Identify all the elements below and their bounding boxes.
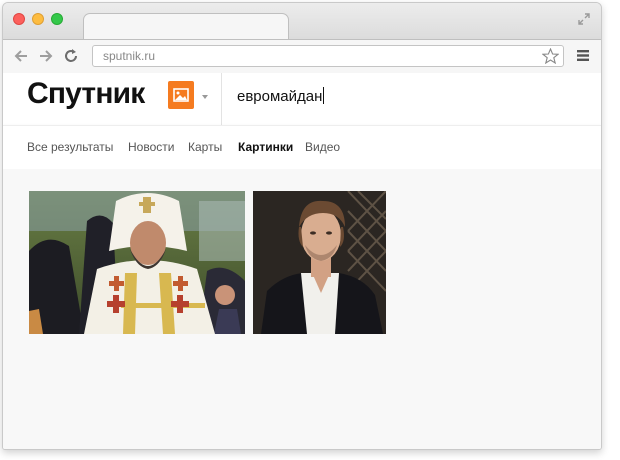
back-icon[interactable] [13, 48, 29, 64]
title-bar [3, 3, 601, 41]
sputnik-logo[interactable]: Спутник [27, 77, 145, 111]
browser-tab[interactable] [83, 13, 289, 41]
chevron-down-icon[interactable] [202, 95, 208, 99]
fullscreen-icon[interactable] [577, 12, 591, 26]
page-header: Спутник евромайдан [3, 73, 601, 125]
reload-icon[interactable] [63, 48, 79, 64]
minimize-window-button[interactable] [32, 13, 44, 25]
forward-icon[interactable] [38, 48, 54, 64]
bookmark-star-icon[interactable] [542, 48, 559, 64]
maximize-window-button[interactable] [51, 13, 63, 25]
tab-all-results[interactable]: Все результаты [27, 140, 113, 154]
search-tabs: Все результаты Новости Карты Картинки Ви… [3, 125, 601, 170]
text-cursor [323, 87, 325, 104]
image-result-clergyman[interactable] [29, 191, 245, 334]
browser-toolbar: sputnik.ru [3, 39, 601, 74]
tab-images[interactable]: Картинки [238, 140, 293, 154]
search-query-text: евромайдан [237, 88, 323, 105]
address-url: sputnik.ru [103, 49, 156, 63]
tab-news[interactable]: Новости [128, 140, 174, 154]
tab-maps[interactable]: Карты [188, 140, 222, 154]
menu-icon[interactable] [577, 50, 589, 61]
image-results [3, 169, 601, 449]
close-window-button[interactable] [13, 13, 25, 25]
search-input[interactable]: евромайдан [237, 87, 325, 105]
image-result-man[interactable] [253, 191, 386, 334]
browser-window: sputnik.ru Спутник евромайдан Все резуль… [2, 2, 602, 450]
address-bar[interactable]: sputnik.ru [92, 45, 564, 67]
tab-video[interactable]: Видео [305, 140, 340, 154]
search-divider [221, 73, 222, 125]
image-icon[interactable] [168, 81, 194, 109]
